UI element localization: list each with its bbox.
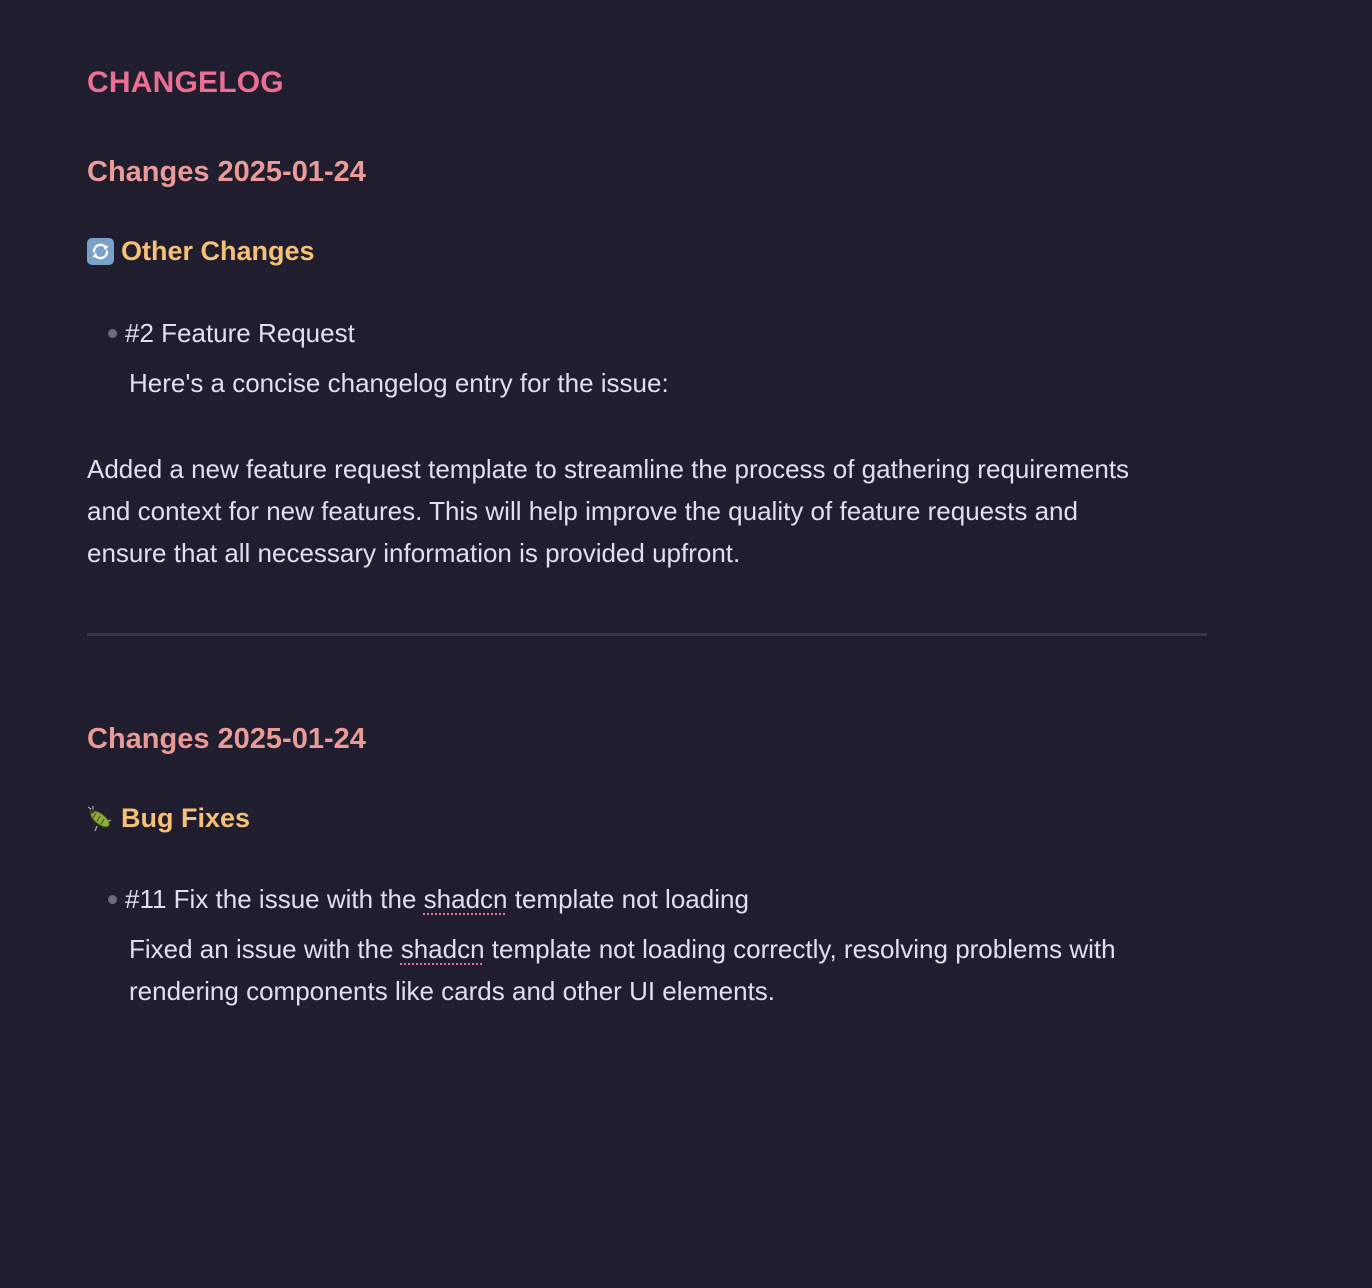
section-paragraph: Added a new feature request template to … xyxy=(87,454,1130,568)
list-item: #11 Fix the issue with the shadcn templa… xyxy=(108,884,749,915)
category-label: Bug Fixes xyxy=(121,803,251,833)
list-item-description: Here's a concise changelog entry for the… xyxy=(129,368,669,398)
bullet-icon xyxy=(108,895,117,904)
spellcheck-flagged-word[interactable]: shadcn xyxy=(424,884,508,914)
bullet-icon xyxy=(108,329,117,338)
desc-prefix: Fixed an issue with the xyxy=(129,934,401,964)
list-item-description: Fixed an issue with the shadcn template … xyxy=(129,928,1209,1012)
spellcheck-flagged-word[interactable]: shadcn xyxy=(401,934,485,964)
date-heading: Changes 2025-01-24 xyxy=(87,156,366,188)
horizontal-divider xyxy=(87,633,1207,636)
cycle-arrows-icon xyxy=(87,238,114,265)
bug-icon xyxy=(87,805,114,832)
title-suffix: template not loading xyxy=(507,884,749,914)
title-prefix: #11 Fix the issue with the xyxy=(125,884,424,914)
page-title: CHANGELOG xyxy=(87,66,284,99)
category-heading-other-changes: Other Changes xyxy=(87,236,315,267)
category-heading-bug-fixes: Bug Fixes xyxy=(87,803,250,834)
list-item: #2 Feature Request xyxy=(108,318,355,349)
date-heading: Changes 2025-01-24 xyxy=(87,723,366,755)
list-item-title: #2 Feature Request xyxy=(125,318,355,348)
category-label: Other Changes xyxy=(121,236,315,266)
changelog-page: CHANGELOG Changes 2025-01-24 Other Chang… xyxy=(0,0,1372,1288)
list-item-title: #11 Fix the issue with the shadcn templa… xyxy=(125,884,749,915)
